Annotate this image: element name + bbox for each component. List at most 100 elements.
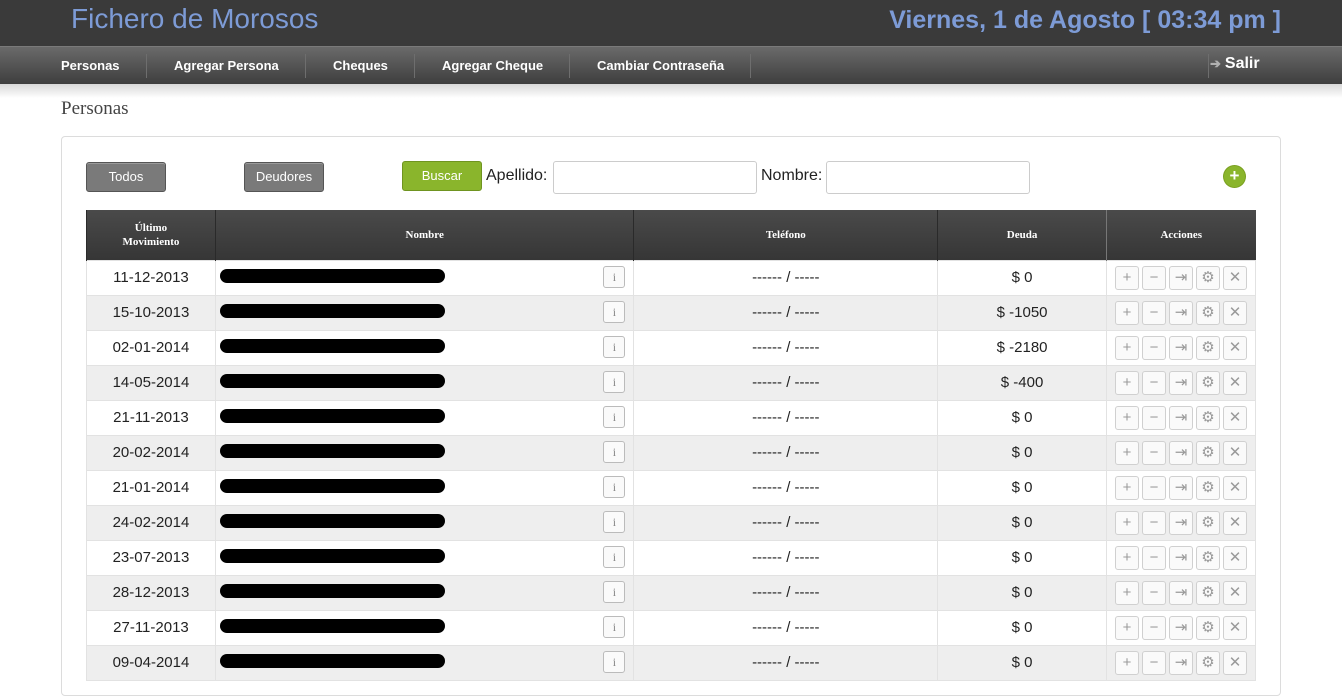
minus-icon[interactable]: − [1141, 650, 1166, 675]
nav-personas[interactable]: Personas [61, 47, 120, 85]
nav-agregar-persona[interactable]: Agregar Persona [174, 47, 279, 85]
info-icon[interactable]: i [603, 545, 626, 568]
delete-icon[interactable]: ✕ [1222, 300, 1247, 325]
delete-icon[interactable]: ✕ [1222, 545, 1247, 570]
row-phone: ------ / ----- [633, 294, 939, 331]
info-icon[interactable]: i [603, 510, 626, 533]
info-icon[interactable]: i [603, 615, 626, 638]
apellido-label: Apellido: [486, 167, 548, 184]
add-person-icon[interactable]: + [1224, 166, 1245, 187]
plus-icon[interactable]: + [1114, 545, 1139, 570]
delete-icon[interactable]: ✕ [1222, 510, 1247, 535]
redacted-name [219, 373, 445, 388]
table-row: 23-07-2013 i ------ / ----- $ 0 + − ⇥ ⚙ ✕ [86, 539, 1257, 576]
delete-icon[interactable]: ✕ [1222, 615, 1247, 640]
plus-icon[interactable]: + [1114, 475, 1139, 500]
info-icon[interactable]: i [603, 370, 626, 393]
row-date: 21-01-2014 [86, 469, 216, 506]
move-icon[interactable]: ⇥ [1168, 335, 1193, 360]
gear-icon[interactable]: ⚙ [1195, 300, 1220, 325]
plus-icon[interactable]: + [1114, 510, 1139, 535]
nav-divider [414, 54, 415, 78]
move-icon[interactable]: ⇥ [1168, 580, 1193, 605]
delete-icon[interactable]: ✕ [1222, 440, 1247, 465]
plus-icon[interactable]: + [1114, 615, 1139, 640]
gear-icon[interactable]: ⚙ [1195, 265, 1220, 290]
info-icon[interactable]: i [603, 475, 626, 498]
gear-icon[interactable]: ⚙ [1195, 370, 1220, 395]
move-icon[interactable]: ⇥ [1168, 370, 1193, 395]
logout-button[interactable]: ➔ Salir [1210, 46, 1260, 84]
minus-icon[interactable]: − [1141, 580, 1166, 605]
info-icon[interactable]: i [603, 405, 626, 428]
gear-icon[interactable]: ⚙ [1195, 440, 1220, 465]
table-row: 15-10-2013 i ------ / ----- $ -1050 + − ⇥ ⚙ ✕ [86, 294, 1257, 331]
move-icon[interactable]: ⇥ [1168, 510, 1193, 535]
nav-cheques[interactable]: Cheques [333, 47, 388, 85]
minus-icon[interactable]: − [1141, 510, 1166, 535]
gear-icon[interactable]: ⚙ [1195, 545, 1220, 570]
nav-agregar-cheque[interactable]: Agregar Cheque [442, 47, 543, 85]
move-icon[interactable]: ⇥ [1168, 545, 1193, 570]
apellido-input[interactable] [553, 161, 757, 194]
delete-icon[interactable]: ✕ [1222, 370, 1247, 395]
minus-icon[interactable]: − [1141, 475, 1166, 500]
delete-icon[interactable]: ✕ [1222, 475, 1247, 500]
gear-icon[interactable]: ⚙ [1195, 650, 1220, 675]
col-deuda[interactable]: Deuda [937, 210, 1107, 260]
gear-icon[interactable]: ⚙ [1195, 405, 1220, 430]
table-row: 21-01-2014 i ------ / ----- $ 0 + − ⇥ ⚙ ✕ [86, 469, 1257, 506]
redacted-name [219, 303, 445, 318]
move-icon[interactable]: ⇥ [1168, 265, 1193, 290]
gear-icon[interactable]: ⚙ [1195, 510, 1220, 535]
delete-icon[interactable]: ✕ [1222, 650, 1247, 675]
plus-icon[interactable]: + [1114, 265, 1139, 290]
gear-icon[interactable]: ⚙ [1195, 580, 1220, 605]
nombre-input[interactable] [826, 161, 1030, 194]
delete-icon[interactable]: ✕ [1222, 335, 1247, 360]
plus-icon[interactable]: + [1114, 405, 1139, 430]
plus-icon[interactable]: + [1114, 580, 1139, 605]
plus-icon[interactable]: + [1114, 300, 1139, 325]
row-debt: $ 0 [937, 434, 1107, 471]
info-icon[interactable]: i [603, 335, 626, 358]
nav-cambiar-contrasena[interactable]: Cambiar Contraseña [597, 47, 724, 85]
delete-icon[interactable]: ✕ [1222, 580, 1247, 605]
minus-icon[interactable]: − [1141, 545, 1166, 570]
move-icon[interactable]: ⇥ [1168, 650, 1193, 675]
plus-icon[interactable]: + [1114, 650, 1139, 675]
move-icon[interactable]: ⇥ [1168, 300, 1193, 325]
gear-icon[interactable]: ⚙ [1195, 615, 1220, 640]
info-icon[interactable]: i [603, 300, 626, 323]
minus-icon[interactable]: − [1141, 405, 1166, 430]
todos-button[interactable]: Todos [86, 162, 166, 192]
redacted-name [219, 618, 445, 633]
move-icon[interactable]: ⇥ [1168, 475, 1193, 500]
move-icon[interactable]: ⇥ [1168, 615, 1193, 640]
minus-icon[interactable]: − [1141, 440, 1166, 465]
plus-icon[interactable]: + [1114, 440, 1139, 465]
info-icon[interactable]: i [603, 580, 626, 603]
col-nombre[interactable]: Nombre [214, 210, 634, 260]
info-icon[interactable]: i [603, 440, 626, 463]
plus-icon[interactable]: + [1114, 370, 1139, 395]
deudores-button[interactable]: Deudores [244, 162, 324, 192]
minus-icon[interactable]: − [1141, 370, 1166, 395]
gear-icon[interactable]: ⚙ [1195, 335, 1220, 360]
minus-icon[interactable]: − [1141, 335, 1166, 360]
info-icon[interactable]: i [603, 650, 626, 673]
minus-icon[interactable]: − [1141, 300, 1166, 325]
col-telefono[interactable]: Teléfono [633, 210, 938, 260]
delete-icon[interactable]: ✕ [1222, 265, 1247, 290]
col-ultimo-movimiento[interactable]: Último Movimiento [86, 210, 216, 260]
gear-icon[interactable]: ⚙ [1195, 475, 1220, 500]
plus-icon[interactable]: + [1114, 335, 1139, 360]
move-icon[interactable]: ⇥ [1168, 440, 1193, 465]
minus-icon[interactable]: − [1141, 265, 1166, 290]
row-name: i [214, 434, 635, 471]
minus-icon[interactable]: − [1141, 615, 1166, 640]
info-icon[interactable]: i [603, 265, 626, 288]
buscar-button[interactable]: Buscar [402, 161, 482, 191]
delete-icon[interactable]: ✕ [1222, 405, 1247, 430]
move-icon[interactable]: ⇥ [1168, 405, 1193, 430]
